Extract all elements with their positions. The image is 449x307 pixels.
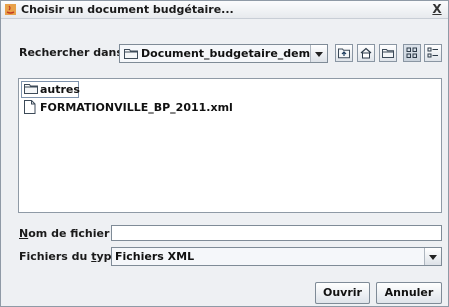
open-button[interactable]: Ouvrir: [315, 282, 370, 304]
new-folder-icon: [382, 49, 394, 58]
look-in-combo[interactable]: Document_budgetaire_demat: [119, 44, 328, 63]
new-folder-button[interactable]: [379, 44, 397, 62]
file-type-value: Fichiers XML: [115, 250, 195, 263]
look-in-label: Rechercher dans :: [19, 46, 132, 59]
up-one-level-button[interactable]: [335, 44, 353, 62]
file-list[interactable]: autres FORMATIONVILLE_BP_2011.xml: [18, 78, 442, 213]
file-chooser-dialog: Choisir un document budgétaire... X Rech…: [0, 0, 449, 307]
close-button[interactable]: X: [431, 2, 443, 16]
title-bar[interactable]: Choisir un document budgétaire... X: [1, 1, 448, 19]
look-in-value: Document_budgetaire_demat: [141, 47, 323, 60]
file-name-field[interactable]: [111, 225, 442, 241]
file-name-label: Nom de fichier :: [19, 227, 118, 240]
list-item[interactable]: autres: [21, 81, 80, 98]
home-button[interactable]: [357, 44, 375, 62]
list-view-button[interactable]: [403, 44, 421, 62]
details-view-icon: [427, 47, 438, 58]
file-icon: [24, 100, 36, 114]
chevron-down-icon[interactable]: [424, 248, 441, 265]
home-icon: [360, 47, 372, 59]
up-one-level-icon: [338, 48, 350, 59]
folder-icon: [24, 84, 38, 94]
list-item-name: FORMATIONVILLE_BP_2011.xml: [40, 101, 233, 114]
chevron-down-icon[interactable]: [310, 45, 327, 62]
list-item[interactable]: FORMATIONVILLE_BP_2011.xml: [22, 100, 242, 115]
java-app-icon: [5, 4, 16, 15]
list-item-name: autres: [40, 83, 80, 96]
file-type-combo[interactable]: Fichiers XML: [111, 247, 442, 266]
list-view-icon: [406, 47, 417, 58]
cancel-button[interactable]: Annuler: [376, 282, 442, 304]
dialog-title: Choisir un document budgétaire...: [21, 3, 234, 16]
folder-icon: [124, 48, 138, 62]
details-view-button[interactable]: [424, 44, 442, 62]
